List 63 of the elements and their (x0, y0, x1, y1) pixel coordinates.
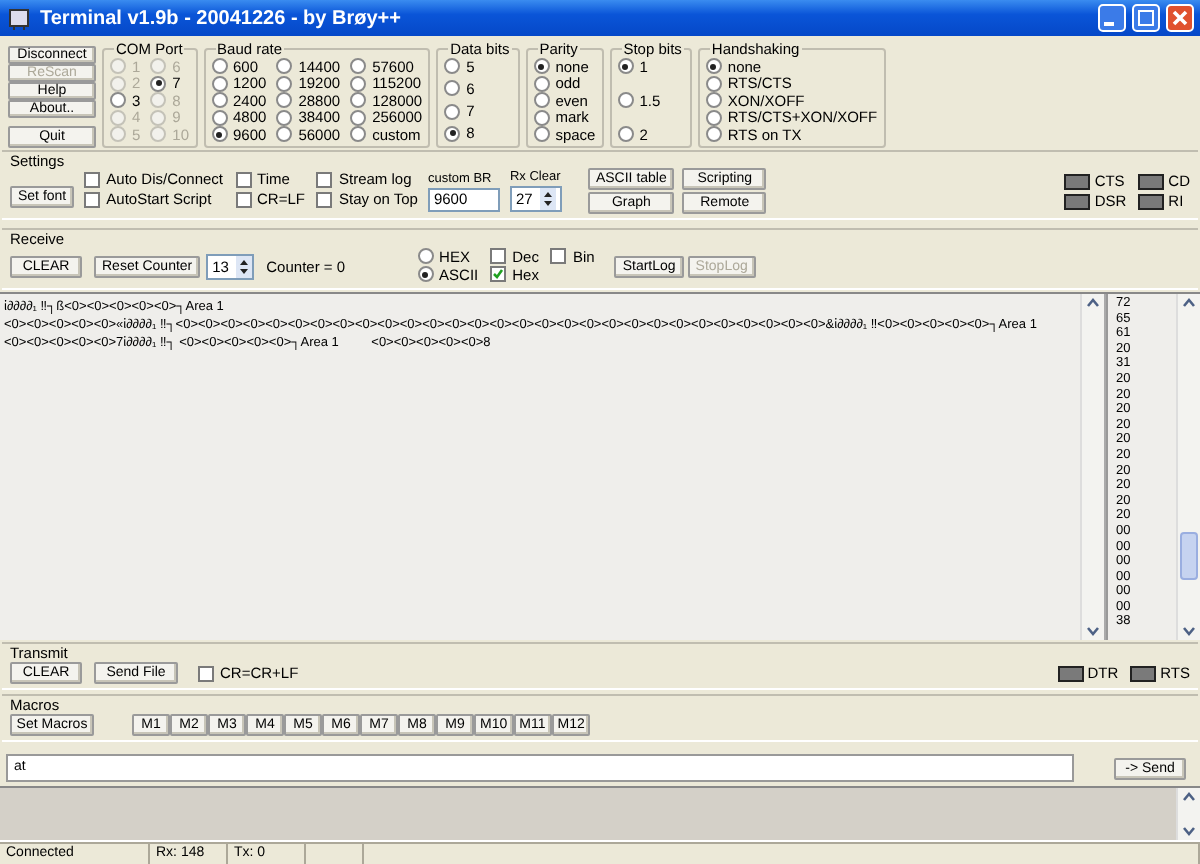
radio-button[interactable] (211, 75, 228, 91)
radio-button[interactable] (350, 58, 367, 74)
radio-button[interactable] (276, 126, 293, 142)
radio-button[interactable] (444, 103, 461, 120)
radio-button[interactable] (444, 80, 461, 97)
chevron-down-icon[interactable] (1180, 622, 1198, 640)
radio-button[interactable] (350, 109, 367, 125)
radio-button[interactable] (705, 58, 722, 74)
radio-button[interactable] (444, 58, 461, 74)
checkbox[interactable] (316, 191, 333, 207)
chevron-down-icon[interactable] (1084, 622, 1102, 640)
radio-button[interactable] (150, 75, 167, 91)
radio-button[interactable] (276, 109, 293, 125)
chevron-up-icon[interactable] (1180, 788, 1198, 806)
radio-button[interactable] (417, 248, 434, 264)
radio-button[interactable] (617, 126, 634, 142)
app-icon (6, 4, 34, 32)
radio-button[interactable] (350, 126, 367, 142)
radio-button[interactable] (617, 58, 634, 74)
radio-button[interactable] (533, 126, 550, 142)
checkbox[interactable] (84, 191, 101, 207)
radio-button[interactable] (533, 75, 550, 91)
radio-button[interactable] (350, 75, 367, 91)
chevron-up-icon[interactable] (1084, 294, 1102, 312)
maximize-icon[interactable] (1132, 4, 1160, 32)
close-icon[interactable] (1166, 4, 1194, 32)
checkbox[interactable] (84, 171, 101, 187)
checkbox[interactable] (490, 248, 507, 264)
radio-button[interactable] (350, 92, 367, 108)
radio-button[interactable] (211, 109, 228, 125)
radio-button[interactable] (276, 58, 293, 74)
radio-button[interactable] (705, 109, 722, 125)
scrollbar[interactable] (1176, 294, 1200, 640)
spin-arrows-icon[interactable] (539, 188, 556, 210)
minimize-icon[interactable] (1098, 4, 1126, 32)
chevron-up-icon[interactable] (1180, 294, 1198, 312)
scrollbar-thumb[interactable] (1180, 532, 1198, 580)
chevron-down-icon[interactable] (1180, 822, 1198, 840)
checkbox[interactable] (316, 171, 333, 187)
radio-button[interactable] (211, 126, 228, 142)
checkbox[interactable] (550, 248, 567, 264)
checkbox[interactable] (235, 191, 252, 207)
radio-button[interactable] (533, 109, 550, 125)
radio-button[interactable] (276, 75, 293, 91)
spin-arrows-icon[interactable] (236, 255, 253, 277)
radio-button[interactable] (617, 92, 634, 108)
radio-button[interactable] (533, 92, 550, 108)
radio-button[interactable] (444, 125, 461, 142)
checkbox[interactable] (490, 266, 507, 282)
checkbox[interactable] (198, 665, 214, 681)
radio-button[interactable] (705, 75, 722, 91)
radio-button[interactable] (211, 58, 228, 74)
radio-button[interactable] (417, 266, 434, 282)
radio-button[interactable] (211, 92, 228, 108)
radio-button[interactable] (276, 92, 293, 108)
scrollbar[interactable] (1080, 294, 1104, 640)
scrollbar[interactable] (1176, 788, 1200, 840)
radio-button[interactable] (705, 92, 722, 108)
radio-button[interactable] (705, 126, 722, 142)
radio-button[interactable] (533, 58, 550, 74)
checkbox[interactable] (235, 171, 252, 187)
radio-button[interactable] (110, 92, 126, 108)
window-title: Terminal v1.9b - 20041226 - by Brøy++ (40, 7, 403, 29)
